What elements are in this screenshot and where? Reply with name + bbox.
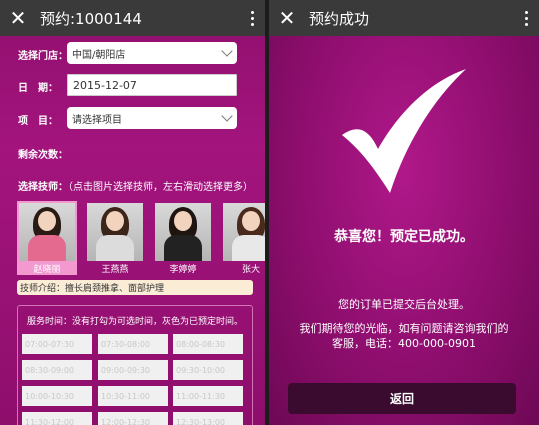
contact-text-line2: 客服，电话：400-000-0901 [332,337,476,350]
date-input[interactable]: 2015-12-07 [67,74,237,96]
technician-card[interactable]: 赵晓丽 [17,201,77,275]
more-vertical-icon[interactable] [239,0,265,36]
technician-name: 李婷婷 [169,265,197,275]
item-select-value: 请选择项目 [72,114,122,126]
tech-hint: （点击图片选择技师，左右滑动选择更多） [68,182,253,193]
time-slot[interactable]: 12:30-13:00 [173,412,243,425]
technician-name: 王燕燕 [101,265,129,275]
checkmark-icon [342,69,466,193]
back-button[interactable]: 返回 [288,383,516,414]
technician-carousel[interactable]: 赵晓丽 王燕燕 李婷婷 张大 [17,201,265,277]
tech-label-row: 选择技师：（点击图片选择技师，左右滑动选择更多） [18,178,253,193]
time-slot[interactable]: 10:00-10:30 [22,386,92,406]
time-slot[interactable]: 10:30-11:00 [98,386,168,406]
chevron-down-icon [221,45,233,57]
technician-name: 赵晓丽 [33,265,61,275]
tech-label: 选择技师： [18,182,68,193]
technician-photo [155,203,211,261]
time-slots-title: 服务时间：没有打勾为可选时间，灰色为已预定时间。 [26,317,243,327]
item-label: 项 目： [18,116,58,127]
top-bar: ✕ 预约:1000144 [0,0,265,36]
close-icon[interactable]: ✕ [0,0,36,36]
top-bar: ✕ 预约成功 [269,0,539,36]
time-slot[interactable]: 09:00-09:30 [98,360,168,380]
technician-photo [223,203,265,261]
time-slot[interactable]: 11:30-12:00 [22,412,92,425]
technician-card[interactable]: 张大 [221,201,265,275]
remaining-label: 剩余次数： [18,150,68,161]
close-icon[interactable]: ✕ [269,0,305,36]
page-title: 预约成功 [309,9,370,28]
time-slot[interactable]: 09:30-10:00 [173,360,243,380]
time-slot[interactable]: 11:00-11:30 [173,386,243,406]
time-slot[interactable]: 12:00-12:30 [98,412,168,425]
booking-screen: ✕ 预约:1000144 选择门店： 中国/朝阳店 日 期： 2015-12-0… [0,0,265,425]
item-select[interactable]: 请选择项目 [67,107,237,129]
contact-text-line1: 我们期待您的光临，如有问题请咨询我们的 [299,322,509,335]
time-slot[interactable]: 08:30-09:00 [22,360,92,380]
technician-name: 张大 [241,265,260,275]
technician-photo [87,203,143,261]
time-slot[interactable]: 07:00-07:30 [22,334,92,354]
page-title: 预约:1000144 [40,9,142,28]
store-label: 选择门店： [18,51,68,62]
time-slots-panel: 服务时间：没有打勾为可选时间，灰色为已预定时间。 07:00-07:30 07:… [17,305,253,425]
date-label: 日 期： [18,83,58,94]
success-screen: ✕ 预约成功 恭喜您！预定已成功。 您的订单已提交后台处理。 我们期待您的光临，… [269,0,539,425]
technician-card[interactable]: 王燕燕 [85,201,145,275]
success-heading: 恭喜您！预定已成功。 [334,229,474,245]
store-select[interactable]: 中国/朝阳店 [67,42,237,64]
technician-card[interactable]: 李婷婷 [153,201,213,275]
technician-photo [19,203,75,261]
store-select-value: 中国/朝阳店 [72,49,126,61]
time-slot[interactable]: 08:00-08:30 [173,334,243,354]
order-submitted-text: 您的订单已提交后台处理。 [338,298,470,311]
technician-intro: 技师介绍：擅长肩颈推拿、面部护理 [17,280,253,295]
time-slot[interactable]: 07:30-08:00 [98,334,168,354]
more-vertical-icon[interactable] [513,0,539,36]
chevron-down-icon [221,110,233,122]
